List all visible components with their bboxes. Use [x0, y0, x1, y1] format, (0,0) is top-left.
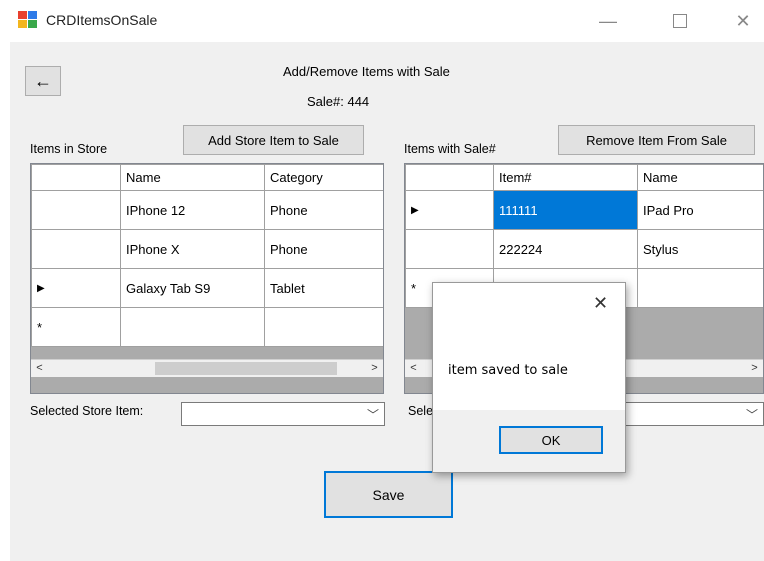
table-row[interactable]: IPhone 12 Phone: [31, 190, 383, 230]
cell-name[interactable]: Stylus: [637, 229, 763, 269]
column-header-name[interactable]: Name: [637, 164, 763, 191]
selected-store-item-label: Selected Store Item:: [30, 404, 144, 418]
column-header-category[interactable]: Category: [264, 164, 383, 191]
minimize-icon: —: [599, 10, 617, 31]
dialog-close-icon[interactable]: ✕: [593, 293, 608, 314]
selected-sale-item-label: Sele: [408, 404, 434, 418]
maximize-icon: [673, 14, 687, 28]
scroll-thumb[interactable]: [155, 362, 337, 375]
column-header-name[interactable]: Name: [120, 164, 265, 191]
corner-header-cell: [31, 164, 121, 191]
back-arrow-icon: ←: [34, 70, 52, 91]
table-row[interactable]: 222224 Stylus: [405, 229, 763, 269]
ok-button[interactable]: OK: [499, 426, 603, 454]
row-header-current[interactable]: ▶: [405, 190, 494, 230]
minimize-button[interactable]: —: [585, 6, 631, 36]
scroll-right-icon[interactable]: >: [366, 361, 383, 376]
row-header[interactable]: [31, 190, 121, 230]
corner-header-cell: [405, 164, 494, 191]
cell-name[interactable]: IPhone 12: [120, 190, 265, 230]
cell-category[interactable]: Tablet: [264, 268, 383, 308]
chevron-down-icon: ﹀: [366, 408, 379, 422]
store-horizontal-scrollbar[interactable]: < >: [31, 359, 383, 377]
table-row[interactable]: ▶ 111111 IPad Pro: [405, 190, 763, 230]
close-button[interactable]: ✕: [720, 6, 764, 36]
form-client-area: ← Add/Remove Items with Sale Sale#: 444 …: [10, 42, 764, 561]
cell-category[interactable]: Phone: [264, 229, 383, 269]
dialog-message: item saved to sale: [448, 363, 568, 378]
column-header-item-number[interactable]: Item#: [493, 164, 638, 191]
cell-name[interactable]: Galaxy Tab S9: [120, 268, 265, 308]
message-dialog: ✕ item saved to sale OK: [432, 282, 626, 473]
remove-item-from-sale-button[interactable]: Remove Item From Sale: [558, 125, 755, 155]
app-icon: [18, 11, 37, 28]
cell-name[interactable]: [120, 307, 265, 347]
scroll-right-icon[interactable]: >: [746, 361, 763, 376]
store-items-grid[interactable]: Name Category IPhone 12 Phone IPhone X P…: [30, 163, 384, 394]
row-header-current[interactable]: ▶: [31, 268, 121, 308]
selected-store-item-combo[interactable]: ﹀: [181, 402, 385, 426]
table-row[interactable]: ▶ Galaxy Tab S9 Tablet: [31, 268, 383, 308]
cell-item-number-selected[interactable]: 111111: [493, 190, 638, 230]
cell-item-number[interactable]: 222224: [493, 229, 638, 269]
cell-name[interactable]: IPad Pro: [637, 190, 763, 230]
row-header[interactable]: [31, 229, 121, 269]
scroll-left-icon[interactable]: <: [31, 361, 48, 376]
sale-grid-header: Item# Name: [405, 164, 763, 191]
cell-name[interactable]: IPhone X: [120, 229, 265, 269]
row-header-new[interactable]: *: [31, 307, 121, 347]
window-title: CRDItemsOnSale: [46, 12, 158, 28]
scroll-left-icon[interactable]: <: [405, 361, 422, 376]
save-button[interactable]: Save: [324, 471, 453, 518]
new-row[interactable]: *: [31, 307, 383, 347]
items-in-store-label: Items in Store: [30, 142, 108, 156]
close-icon: ✕: [735, 10, 751, 31]
sale-number-label: Sale#: 444: [307, 94, 370, 109]
back-button[interactable]: ←: [25, 66, 61, 96]
add-store-item-button[interactable]: Add Store Item to Sale: [183, 125, 364, 155]
form-heading: Add/Remove Items with Sale: [283, 64, 450, 79]
store-grid-header: Name Category: [31, 164, 383, 191]
title-bar: CRDItemsOnSale — ✕: [0, 0, 764, 42]
maximize-button[interactable]: [657, 6, 703, 36]
items-with-sale-label: Items with Sale#: [404, 142, 496, 156]
cell-category[interactable]: [264, 307, 383, 347]
cell-name[interactable]: [637, 268, 763, 308]
table-row[interactable]: IPhone X Phone: [31, 229, 383, 269]
chevron-down-icon: ﹀: [745, 408, 758, 422]
row-header[interactable]: [405, 229, 494, 269]
cell-category[interactable]: Phone: [264, 190, 383, 230]
dialog-footer: OK: [433, 410, 625, 472]
